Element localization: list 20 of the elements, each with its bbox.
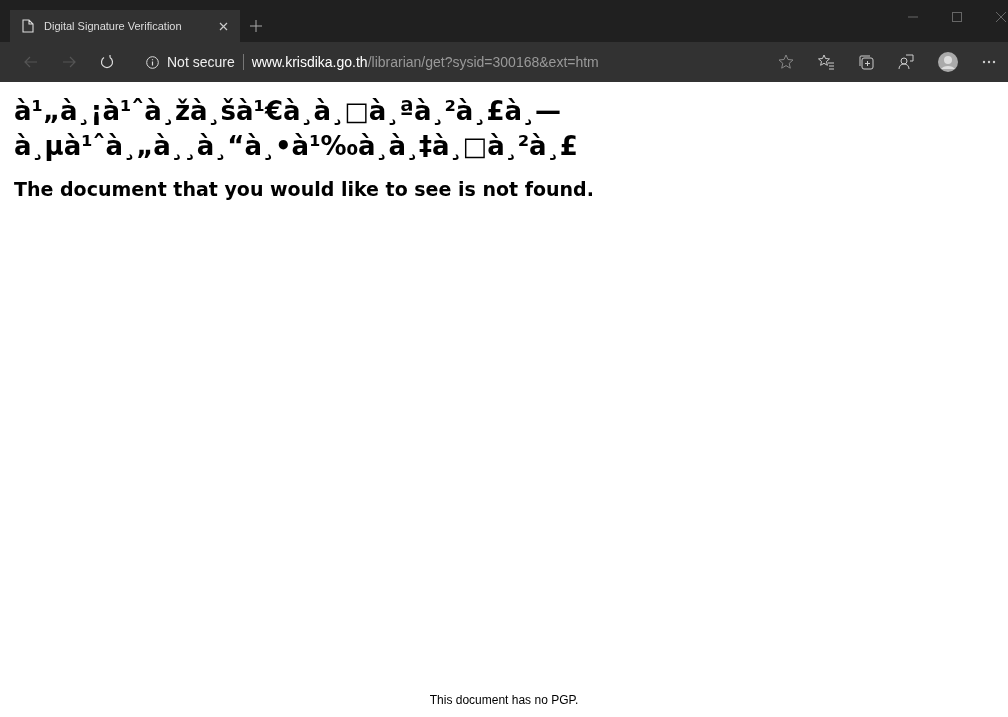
add-favorite-icon[interactable] <box>778 54 794 70</box>
collections-icon[interactable] <box>858 54 874 70</box>
info-icon[interactable] <box>146 55 159 69</box>
new-tab-icon[interactable] <box>250 20 262 32</box>
browser-tab[interactable]: Digital Signature Verification <box>10 10 240 42</box>
close-window-icon[interactable] <box>996 12 1006 22</box>
avatar-icon[interactable] <box>938 52 958 72</box>
security-label[interactable]: Not secure <box>167 54 235 70</box>
page-heading: à¹„à¸¡à¹ˆà¸žà¸šà¹€à¸à¸□à¸ªà¸²à¸£à¸— à¸µà¹ˆà¸„à¸¸à¸“à¸•à¹‰à¸à¸‡à¸□à¸²à¸£ <box>14 95 578 163</box>
footer-note: This document has no PGP. <box>429 693 579 707</box>
page-icon <box>22 19 34 33</box>
more-icon[interactable] <box>982 60 996 64</box>
refresh-icon[interactable] <box>100 55 114 69</box>
address-field[interactable]: www.krisdika.go.th/librarian/get?sysid=300168&ext=htm <box>251 54 599 70</box>
not-found-message: The document that you would like to see is not found. <box>14 178 594 200</box>
tab-title: Digital Signature Verification <box>44 20 183 32</box>
maximize-icon[interactable] <box>952 12 962 22</box>
favorites-icon[interactable] <box>818 54 834 70</box>
close-icon[interactable] <box>219 21 228 31</box>
feedback-icon[interactable] <box>898 54 914 70</box>
